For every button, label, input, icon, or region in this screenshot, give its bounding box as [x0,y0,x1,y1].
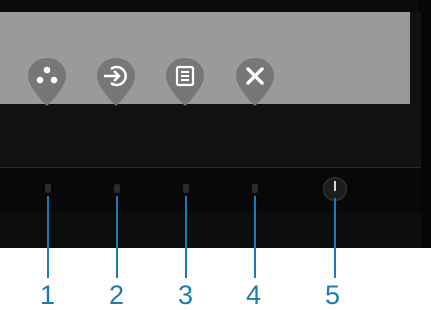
button-label-4: 4 [246,280,262,310]
close-icon [236,58,274,106]
button-label-2: 2 [109,280,125,310]
hardware-button-4[interactable] [252,184,258,193]
leader-line-2 [116,196,118,278]
hardware-button-1[interactable] [45,184,51,193]
leader-line-3 [185,196,187,278]
button-label-5: 5 [325,280,341,310]
menu-icon [166,58,204,106]
menu-button[interactable] [165,56,205,108]
input-source-icon [97,58,135,106]
monitor [0,0,431,248]
button-label-3: 3 [178,280,194,310]
leader-line-4 [254,196,256,278]
hardware-button-3[interactable] [183,184,189,193]
exit-button[interactable] [235,56,275,108]
top-bezel [0,0,431,12]
button-label-1: 1 [40,280,56,310]
leader-line-1 [47,196,49,278]
hardware-button-2[interactable] [114,184,120,193]
monitor-chin [0,213,421,248]
shortcut-key-1[interactable] [27,56,67,108]
leader-line-5 [334,198,336,278]
input-source-button[interactable] [96,56,136,108]
shortcut-key-icon [28,58,66,106]
bottom-bezel [0,167,421,214]
